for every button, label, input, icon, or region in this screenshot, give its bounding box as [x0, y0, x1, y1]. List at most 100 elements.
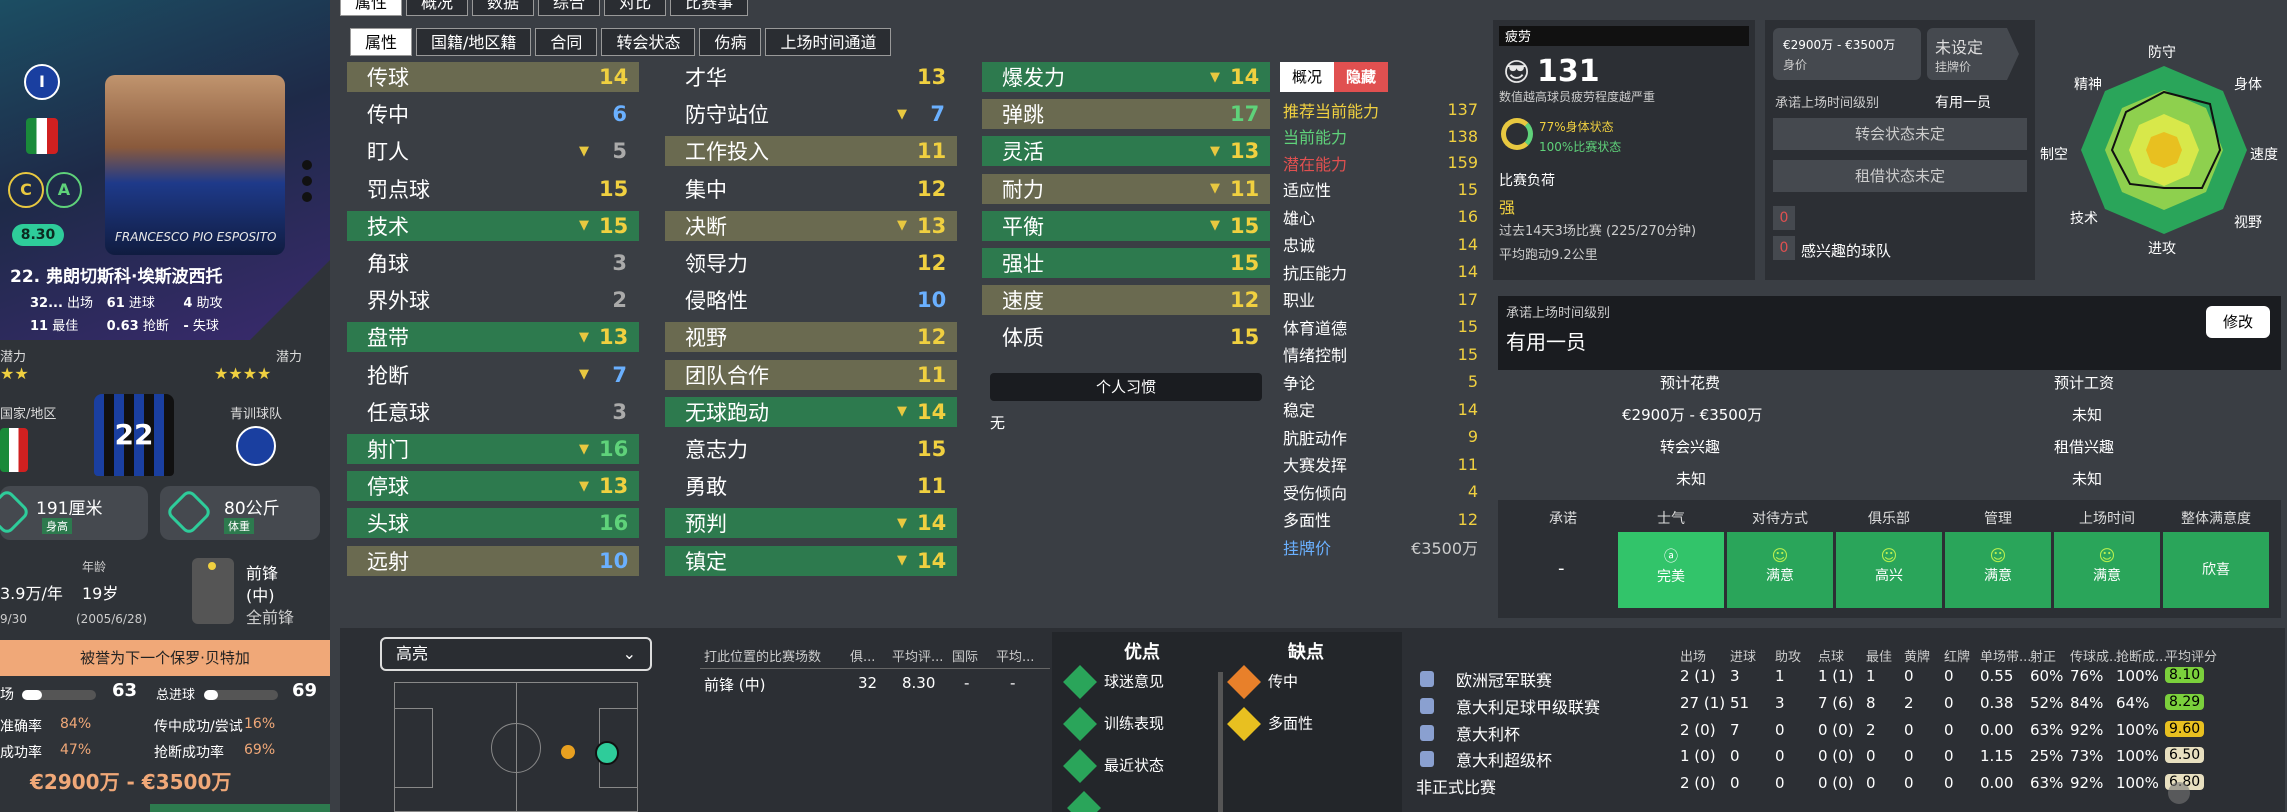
load-value: 强: [1499, 198, 1516, 217]
table-header[interactable]: 黄牌: [1904, 646, 1930, 665]
table-cell: 0: [1904, 747, 1914, 766]
table-header[interactable]: 平均评分: [2165, 646, 2217, 665]
attribute-row[interactable]: 爆发力 ▼ 14: [982, 62, 1270, 92]
attribute-row[interactable]: 射门 ▼ 16: [347, 434, 639, 464]
sat-club: ☺ 高兴: [1836, 532, 1942, 608]
table-cell: 52%: [2030, 693, 2064, 712]
attribute-row[interactable]: 意志力 15: [665, 434, 957, 464]
hidden-attribute-value: 14: [1457, 234, 1478, 254]
table-header[interactable]: 出场: [1680, 646, 1706, 665]
attribute-row[interactable]: 视野 12: [665, 322, 957, 353]
attribute-row[interactable]: 灵活 ▼ 13: [982, 136, 1270, 167]
subtab-transfer[interactable]: 转会状态: [601, 28, 696, 56]
attribute-row[interactable]: 体质 15: [982, 322, 1270, 352]
attribute-row[interactable]: 角球 3: [347, 248, 639, 278]
youth-club-icon: [236, 426, 276, 466]
attribute-row[interactable]: 强壮 15: [982, 248, 1270, 278]
table-cell: 100%: [2116, 774, 2159, 793]
table-header[interactable]: 射正: [2030, 646, 2056, 665]
tab-attributes[interactable]: 属性: [340, 0, 403, 16]
table-header[interactable]: 最佳: [1866, 646, 1892, 665]
attribute-row[interactable]: 任意球 3: [347, 397, 639, 427]
table-row[interactable]: 非正式比赛 2 (0) 0 0 0 (0) 0 0 0 0.00 63% 92% 100% 6.80: [1416, 774, 2280, 801]
attribute-row[interactable]: 头球 16: [347, 508, 639, 539]
attribute-row[interactable]: 传中 6: [347, 99, 639, 129]
ability-value: 159: [1447, 153, 1478, 172]
attribute-name: 平衡: [1002, 214, 1044, 239]
subtab-attributes[interactable]: 属性: [350, 28, 413, 56]
table-cell: 60%: [2030, 667, 2064, 685]
table-header[interactable]: 进球: [1730, 646, 1756, 665]
table-header[interactable]: 点球: [1818, 646, 1844, 665]
weight-sub: 体重: [224, 518, 254, 534]
attribute-row[interactable]: 勇敢 11: [665, 471, 957, 501]
attribute-row[interactable]: 团队合作 11: [665, 359, 957, 390]
subtab-contract[interactable]: 合同: [535, 28, 598, 56]
attribute-row[interactable]: 侵略性 10: [665, 285, 957, 315]
table-row[interactable]: 意大利足球甲级联赛 27 (1) 51 3 7 (6) 8 2 0 0.38 52% 84% 64% 8…: [1416, 693, 2280, 721]
table-row[interactable]: 意大利超级杯 1 (0) 0 0 0 (0) 0 0 0 1.15 25% 73% 100% 6.50: [1416, 747, 2280, 774]
attribute-row[interactable]: 防守站位 ▼ 7: [665, 99, 957, 129]
hidden-attribute-label: 多面性: [1283, 511, 1332, 530]
attribute-row[interactable]: 弹跳 17: [982, 99, 1270, 130]
hidden-attribute-value: 14: [1457, 399, 1478, 419]
attribute-row[interactable]: 工作投入 11: [665, 136, 957, 167]
loan-status-button[interactable]: 租借状态未定: [1773, 160, 2027, 192]
physical-condition: 77%身体状态: [1539, 120, 1614, 134]
attribute-name: 角球: [367, 252, 409, 276]
table-row[interactable]: 意大利杯 2 (0) 7 0 0 (0) 2 0 0 0.00 63% 92% 100% 9.60: [1416, 720, 2280, 748]
asking-box[interactable]: 未设定 挂牌价: [1927, 28, 2019, 80]
tab-data[interactable]: 数据: [472, 0, 535, 16]
attribute-row[interactable]: 才华 13: [665, 62, 957, 92]
attribute-row[interactable]: 罚点球 15: [347, 174, 639, 204]
attribute-row[interactable]: 决断 ▼ 13: [665, 210, 957, 241]
table-header[interactable]: 单场带...: [1980, 646, 2031, 665]
attribute-row[interactable]: 停球 ▼ 13: [347, 471, 639, 502]
subtab-nationality[interactable]: 国籍/地区籍: [416, 28, 532, 56]
modify-button[interactable]: 修改: [2206, 306, 2270, 338]
attribute-row[interactable]: 集中 12: [665, 174, 957, 204]
attribute-row[interactable]: 远射 10: [347, 545, 639, 576]
tab-history[interactable]: 比赛事: [670, 0, 749, 16]
table-header[interactable]: 传球成...: [2070, 646, 2121, 665]
attribute-name: 意志力: [685, 438, 748, 462]
goals-total-bar: [204, 690, 278, 700]
table-header[interactable]: 抢断成...: [2116, 646, 2167, 665]
attribute-row[interactable]: 速度 12: [982, 285, 1270, 316]
attribute-row[interactable]: 平衡 ▼ 15: [982, 210, 1270, 241]
attribute-row[interactable]: 耐力 ▼ 11: [982, 173, 1270, 204]
attribute-row[interactable]: 抢断 ▼ 7: [347, 360, 639, 390]
hidden-attribute-row: 争论 5: [1283, 368, 1478, 395]
attribute-row[interactable]: 技术 ▼ 15: [347, 210, 639, 241]
attribute-row[interactable]: 镇定 ▼ 14: [665, 545, 957, 576]
subtab-playing-time[interactable]: 上场时间通道: [765, 28, 892, 56]
attribute-row[interactable]: 领导力 12: [665, 248, 957, 278]
side-tab-hidden[interactable]: 隐藏: [1334, 62, 1389, 92]
table-cell: 8: [1866, 693, 1876, 712]
transfer-status-button[interactable]: 转会状态未定: [1773, 118, 2027, 150]
attribute-row[interactable]: 预判 ▼ 14: [665, 508, 957, 539]
attribute-row[interactable]: 无球跑动 ▼ 14: [665, 396, 957, 427]
attribute-value: 14: [1230, 65, 1260, 89]
subtab-injury[interactable]: 伤病: [699, 28, 762, 56]
tab-overview[interactable]: 概况: [406, 0, 469, 16]
side-tab-overview[interactable]: 概况: [1280, 62, 1335, 92]
table-header[interactable]: 助攻: [1775, 646, 1801, 665]
sat-overall: 欣喜: [2163, 532, 2269, 608]
table-header[interactable]: 红牌: [1944, 646, 1970, 665]
attribute-row[interactable]: 界外球 2: [347, 285, 639, 315]
fatigue-panel: 疲劳 😎 131 数值越高球员疲劳程度越严重 77%身体状态 100%比赛状态 …: [1493, 20, 1755, 280]
highlight-select[interactable]: 高亮 ⌄: [380, 637, 652, 671]
attribute-row[interactable]: 传球 14: [347, 62, 639, 92]
table-row[interactable]: 欧洲冠军联赛 2 (1) 3 1 1 (1) 1 0 0 0.55 60% 76% 100% 8.10: [1416, 667, 2280, 694]
ability-label: 推荐当前能力: [1283, 101, 1380, 121]
attribute-value: 13: [917, 213, 947, 238]
attribute-row[interactable]: 盯人 ▼ 5: [347, 136, 639, 166]
page-indicator: [302, 160, 312, 212]
nation-flag-small-icon: [0, 428, 28, 472]
tab-overall[interactable]: 综合: [538, 0, 601, 16]
competition-name: 意大利足球甲级联赛: [1456, 697, 1601, 717]
hidden-attribute-row: 雄心 16: [1283, 203, 1478, 230]
tab-compare[interactable]: 对比: [604, 0, 667, 16]
attribute-row[interactable]: 盘带 ▼ 13: [347, 322, 639, 353]
